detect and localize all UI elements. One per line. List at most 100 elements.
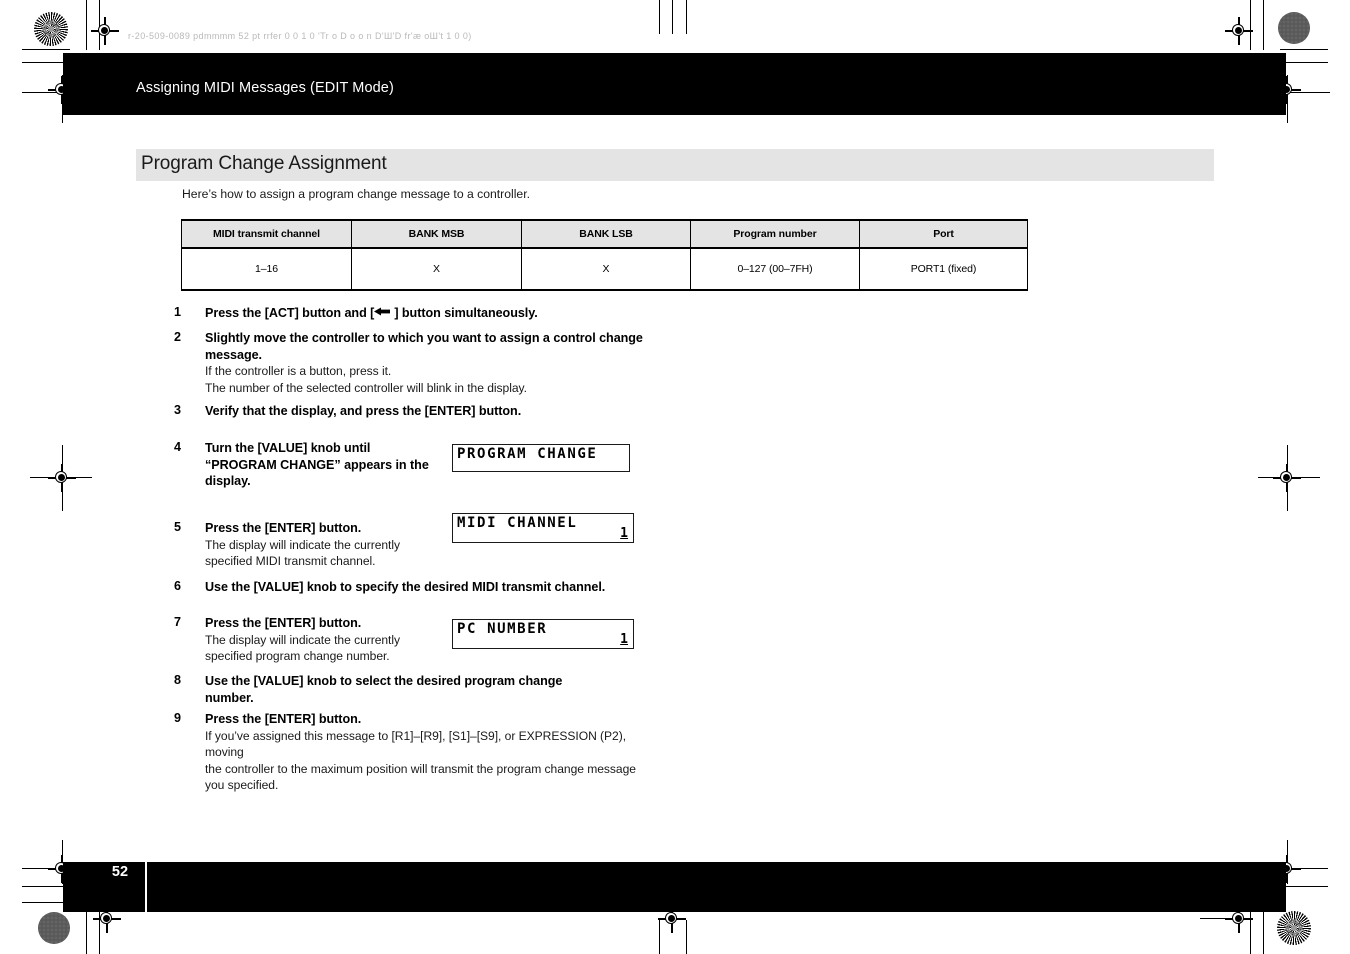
lcd-value: 1 xyxy=(620,632,628,647)
left-triangle-arrow-icon xyxy=(374,307,394,316)
lcd-line-1: MIDI CHANNEL xyxy=(457,515,578,531)
step-number: 9 xyxy=(174,711,182,725)
lcd-line-1: PROGRAM CHANGE xyxy=(457,446,598,462)
running-header-title: Assigning MIDI Messages (EDIT Mode) xyxy=(136,80,394,96)
step-number: 5 xyxy=(174,520,182,534)
step-number: 4 xyxy=(174,440,182,454)
step-2-detail-line-2: The number of the selected controller wi… xyxy=(205,380,527,395)
step-1-heading-before: Press the [ACT] button and [ xyxy=(205,306,375,320)
step-3: 3 Verify that the display, and press the… xyxy=(174,403,674,420)
step-2-heading: Slightly move the controller to which yo… xyxy=(205,331,643,362)
cell-port: PORT1 (fixed) xyxy=(859,248,1028,291)
trim-line xyxy=(1280,49,1328,50)
step-number: 6 xyxy=(174,579,182,593)
trim-line xyxy=(1258,477,1320,478)
column-header-port: Port xyxy=(859,219,1028,249)
lcd-display-program-change: PROGRAM CHANGE xyxy=(452,444,630,472)
trim-line xyxy=(1263,910,1264,954)
table-row: 1–16 X X 0–127 (00–7FH) PORT1 (fixed) xyxy=(181,248,1028,291)
lcd-display-midi-channel: MIDI CHANNEL 1 xyxy=(452,513,634,543)
step-2: 2 Slightly move the controller to which … xyxy=(174,330,644,396)
lcd-line-1: PC NUMBER xyxy=(457,621,548,637)
step-7-heading: Press the [ENTER] button. xyxy=(205,616,362,630)
step-number: 1 xyxy=(174,305,182,319)
cell-program-number: 0–127 (00–7FH) xyxy=(690,248,860,291)
section-intro-text: Here’s how to assign a program change me… xyxy=(182,187,530,201)
step-7: 7 Press the [ENTER] button. The display … xyxy=(174,615,444,665)
step-9-detail-line-3: you specified. xyxy=(205,778,279,792)
step-1-heading-after: ] button simultaneously. xyxy=(394,306,538,320)
density-patch xyxy=(38,912,70,944)
trim-line xyxy=(686,0,687,34)
step-9-detail-line-1: If you’ve assigned this message to [R1]–… xyxy=(205,728,627,760)
trim-line xyxy=(86,910,87,954)
step-number: 8 xyxy=(174,673,182,687)
page-title: Program Change Assignment xyxy=(141,153,387,174)
registration-crosshair xyxy=(1273,464,1301,492)
trim-line xyxy=(99,910,100,954)
column-header-bank-msb: BANK MSB xyxy=(351,219,522,249)
column-header-midi-transmit-channel: MIDI transmit channel xyxy=(181,219,352,249)
step-1: 1 Press the [ACT] button and [ ] button s… xyxy=(174,305,674,322)
halftone-star-target xyxy=(34,12,68,46)
halftone-star-target xyxy=(1277,911,1311,945)
step-3-heading: Verify that the display, and press the [… xyxy=(205,404,522,418)
trim-line xyxy=(1250,0,1251,50)
step-9: 9 Press the [ENTER] button. If you’ve as… xyxy=(174,711,654,794)
step-4-heading: Turn the [VALUE] knob until “PROGRAM CHA… xyxy=(205,441,429,488)
trim-line xyxy=(62,445,63,511)
trim-line xyxy=(672,0,673,34)
step-5-detail-line-1: The display will indicate the currently xyxy=(205,537,400,552)
trim-line xyxy=(1287,840,1288,884)
step-7-detail-line-1: The display will indicate the currently xyxy=(205,632,400,647)
trim-line xyxy=(659,920,660,954)
trim-line xyxy=(1280,868,1328,869)
trim-line xyxy=(1263,0,1264,50)
table-header-row: MIDI transmit channel BANK MSB BANK LSB … xyxy=(181,219,1028,249)
trim-line xyxy=(22,49,70,50)
cell-bank-msb: X xyxy=(351,248,522,291)
trim-line xyxy=(1280,886,1328,887)
trim-line xyxy=(1280,62,1328,63)
trim-line xyxy=(1290,92,1330,93)
registration-crosshair xyxy=(48,464,76,492)
step-number: 7 xyxy=(174,615,182,629)
registration-crosshair xyxy=(91,17,119,45)
trim-line xyxy=(30,477,92,478)
trim-line xyxy=(686,920,687,954)
step-1-heading: Press the [ACT] button and [ ] button sim… xyxy=(205,305,674,322)
page-footer-bar xyxy=(63,862,1286,912)
footer-separator-rule xyxy=(145,862,147,912)
step-4: 4 Turn the [VALUE] knob until “PROGRAM C… xyxy=(174,440,442,490)
trim-line xyxy=(1250,910,1251,954)
cell-bank-lsb: X xyxy=(521,248,691,291)
page-number: 52 xyxy=(111,864,129,880)
step-number: 2 xyxy=(174,330,182,344)
column-header-bank-lsb: BANK LSB xyxy=(521,219,691,249)
step-5: 5 Press the [ENTER] button. The display … xyxy=(174,520,444,570)
trim-line xyxy=(1287,445,1288,511)
press-margin-code: r-20-509-0089 pdmmmm 52 pt rrfer 0 0 1 0… xyxy=(128,31,472,41)
midi-spec-table: MIDI transmit channel BANK MSB BANK LSB … xyxy=(181,219,1028,291)
step-9-heading: Press the [ENTER] button. xyxy=(205,712,362,726)
trim-line xyxy=(659,0,660,34)
step-8-heading: Use the [VALUE] knob to select the desir… xyxy=(205,674,563,705)
step-number: 3 xyxy=(174,403,182,417)
lcd-display-pc-number: PC NUMBER 1 xyxy=(452,619,634,649)
registration-crosshair xyxy=(1225,17,1253,45)
step-9-detail-line-2: the controller to the maximum position w… xyxy=(205,761,636,776)
step-7-detail-line-2: specified program change number. xyxy=(205,649,390,663)
density-patch xyxy=(1278,12,1310,44)
cell-midi-transmit-channel: 1–16 xyxy=(181,248,352,291)
lcd-value: 1 xyxy=(620,526,628,541)
step-5-detail-line-2: specified MIDI transmit channel. xyxy=(205,554,376,568)
step-2-detail-line-1: If the controller is a button, press it. xyxy=(205,364,392,378)
step-5-heading: Press the [ENTER] button. xyxy=(205,521,362,535)
trim-line xyxy=(1287,75,1288,123)
step-6-heading: Use the [VALUE] knob to specify the desi… xyxy=(205,580,606,594)
step-8: 8 Use the [VALUE] knob to select the des… xyxy=(174,673,574,706)
column-header-program-number: Program number xyxy=(690,219,860,249)
step-6: 6 Use the [VALUE] knob to specify the de… xyxy=(174,579,674,596)
trim-line xyxy=(86,0,87,50)
trim-line xyxy=(1200,918,1248,919)
